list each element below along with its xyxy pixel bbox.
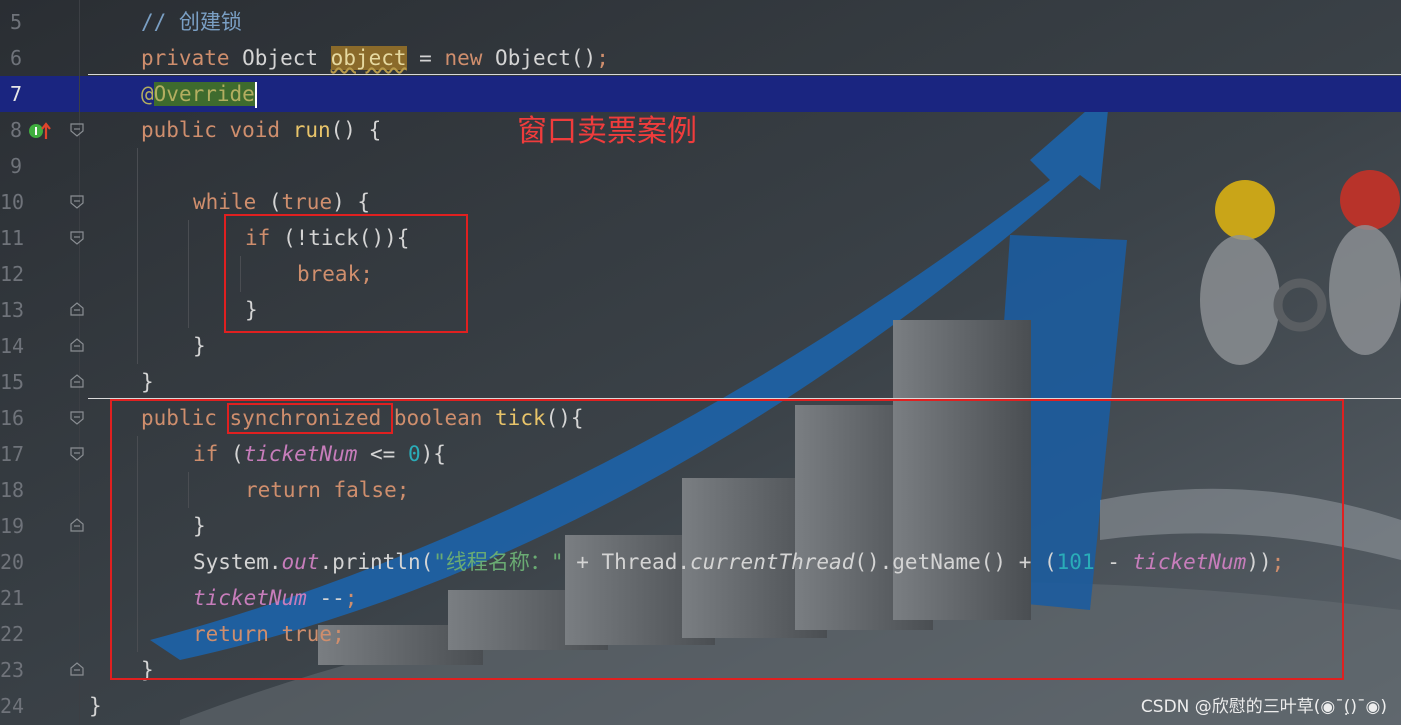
code-line[interactable]: 6 private Object object = new Object(); <box>0 40 1401 76</box>
line-number: 5 <box>9 10 22 34</box>
watermark: CSDN @欣慰的三叶草(◉¯(̣)¯◉) <box>1140 697 1387 717</box>
code-line[interactable]: 14 } <box>0 328 1401 364</box>
keyword: true <box>281 190 333 214</box>
code-text: } <box>89 694 102 718</box>
annotation-name: Override <box>153 82 255 106</box>
keyword: while <box>193 190 257 214</box>
constructor-call: Object() <box>482 46 597 70</box>
comment: // 创建锁 <box>141 10 242 34</box>
punctuation: ) { <box>332 190 371 214</box>
line-number: 21 <box>0 586 25 610</box>
line-number: 24 <box>0 694 25 718</box>
annotation-at: @ <box>141 82 154 106</box>
code-text: } <box>193 334 206 358</box>
method-name: run <box>292 118 331 142</box>
code-line[interactable]: 10 while (true) { <box>0 184 1401 220</box>
code-text: } <box>141 370 154 394</box>
semicolon: ; <box>596 46 609 70</box>
line-number: 20 <box>0 550 25 574</box>
code-line[interactable]: 13 } <box>0 292 1401 328</box>
keyword: new <box>444 46 483 70</box>
punctuation: ( <box>256 190 282 214</box>
line-number: 7 <box>9 82 22 106</box>
line-number: 13 <box>0 298 25 322</box>
line-number: 19 <box>0 514 25 538</box>
text-caret <box>254 82 257 108</box>
highlighted-variable: object <box>330 46 407 70</box>
code-line[interactable]: 11 if (!tick()){ <box>0 220 1401 256</box>
line-number: 9 <box>9 154 22 178</box>
code-text: public void run() { <box>141 112 381 148</box>
line-number: 15 <box>0 370 25 394</box>
line-number: 18 <box>0 478 25 502</box>
code-line[interactable]: 9 <box>0 148 1401 184</box>
line-number: 23 <box>0 658 25 682</box>
code-line[interactable]: 5 // 创建锁 <box>0 4 1401 40</box>
code-line-current[interactable]: 7 @Override <box>0 76 1401 112</box>
type-name: Object <box>229 46 331 70</box>
keyword: public <box>141 118 217 142</box>
punctuation: () { <box>330 118 382 142</box>
tick-method-highlight-box <box>110 399 1344 680</box>
code-line[interactable]: 8 public void run() { <box>0 112 1401 148</box>
if-block-highlight-box <box>224 214 468 333</box>
code-line[interactable]: 12 break; <box>0 256 1401 292</box>
line-number: 8 <box>9 118 22 142</box>
line-number: 11 <box>0 226 25 250</box>
keyword: void <box>216 118 293 142</box>
line-number: 14 <box>0 334 25 358</box>
keyword: private <box>141 46 230 70</box>
operator: = <box>406 46 445 70</box>
line-number: 10 <box>0 190 25 214</box>
line-number: 6 <box>9 46 22 70</box>
annotation-label: 窗口卖票案例 <box>517 114 697 149</box>
line-number: 17 <box>0 442 25 466</box>
line-number: 12 <box>0 262 25 286</box>
code-text: @Override <box>141 76 257 112</box>
code-text: private Object object = new Object(); <box>141 40 609 76</box>
line-number: 22 <box>0 622 25 646</box>
line-number: 16 <box>0 406 25 430</box>
code-line[interactable]: 15 } <box>0 364 1401 400</box>
